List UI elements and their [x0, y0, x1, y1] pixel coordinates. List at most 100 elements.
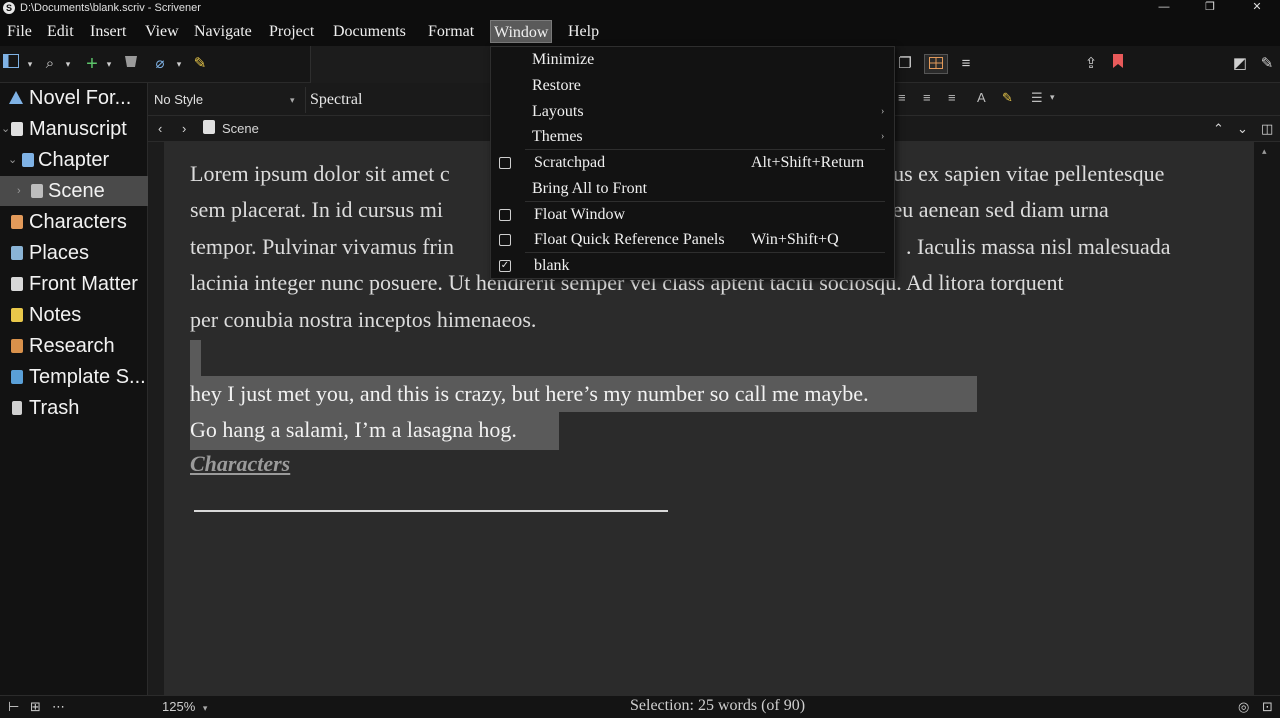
binder-options-chevron-icon[interactable]: ▾ [25, 54, 35, 74]
list-chevron-icon[interactable]: ▾ [1050, 92, 1055, 103]
disclosure-icon[interactable]: ⌄ [1, 114, 10, 144]
menu-item-bring-all-to-front[interactable]: Bring All to Front [491, 176, 894, 202]
binder-item-chapter[interactable]: ⌄ Chapter [0, 145, 148, 175]
copy-view-icon[interactable]: ❐ [895, 54, 915, 74]
menu-project[interactable]: Project [266, 20, 317, 43]
forward-icon[interactable]: › [182, 119, 186, 139]
list-icon[interactable]: ☰ [1031, 90, 1043, 106]
align-justify-icon[interactable]: ≡ [923, 90, 931, 105]
characters-icon [11, 215, 23, 229]
binder-toggle-icon[interactable] [3, 54, 19, 74]
menu-window[interactable]: Window [490, 20, 553, 43]
menu-item-label: Layouts [532, 103, 584, 120]
attachment-chevron-icon[interactable]: ▾ [174, 54, 184, 74]
search-options-chevron-icon[interactable]: ▾ [63, 54, 73, 74]
selected-text-line: hey I just met you, and this is crazy, b… [190, 376, 977, 412]
menu-navigate[interactable]: Navigate [191, 20, 255, 43]
template-icon [11, 370, 23, 384]
highlight-icon[interactable]: ✎ [1002, 90, 1013, 106]
menu-item-float-quick-reference-panels[interactable]: Float Quick Reference Panels Win+Shift+Q [491, 227, 894, 253]
bookmark-icon[interactable] [1109, 54, 1127, 74]
binder-item-research[interactable]: Research [0, 331, 148, 361]
document-title[interactable]: Scene [222, 119, 259, 139]
binder-label: Notes [29, 304, 82, 326]
zoom-select[interactable]: 125% ▾ [162, 698, 207, 717]
binder-item-characters[interactable]: Characters [0, 207, 148, 237]
edit-notes-icon[interactable]: ✎ [191, 54, 209, 74]
menu-item-shortcut: Win+Shift+Q [751, 231, 839, 248]
characters-link[interactable]: Characters [190, 451, 290, 477]
target-icon[interactable]: ◎ [1238, 698, 1249, 716]
align-right-icon[interactable]: ≡ [948, 90, 956, 105]
checkbox-icon [499, 234, 511, 246]
menu-item-label: Float Quick Reference Panels [534, 231, 725, 248]
editor-gutter [148, 142, 164, 695]
add-binder-item-icon[interactable]: ⊞ [30, 698, 41, 716]
split-editor-icon[interactable]: ◫ [1261, 119, 1273, 139]
scroll-up-icon[interactable]: ▴ [1262, 146, 1267, 157]
binder-item-places[interactable]: Places [0, 238, 148, 268]
submenu-arrow-icon: › [881, 131, 885, 142]
menu-insert[interactable]: Insert [87, 20, 129, 43]
binder-item-front-matter[interactable]: Front Matter [0, 269, 148, 299]
more-options-icon[interactable]: ⋯ [52, 698, 65, 716]
binder-label: Scene [48, 180, 105, 202]
close-window-button[interactable]: ✕ [1234, 0, 1280, 17]
binder-label: Manuscript [29, 118, 127, 140]
inspector-toggle-icon[interactable]: ◩ [1230, 54, 1250, 74]
checkbox-icon [499, 157, 511, 169]
outline-view-icon[interactable]: ≡ [955, 54, 977, 74]
menu-format[interactable]: Format [425, 20, 477, 43]
menu-item-float-window[interactable]: Float Window [491, 202, 894, 228]
binder-item-manuscript[interactable]: ⌄ Manuscript [0, 114, 148, 144]
menu-item-label: Themes [532, 128, 583, 145]
menu-documents[interactable]: Documents [330, 20, 409, 43]
menu-edit[interactable]: Edit [44, 20, 77, 43]
menu-item-layouts[interactable]: Layouts › [491, 99, 894, 125]
menu-help[interactable]: Help [565, 20, 602, 43]
selected-empty-line [190, 340, 201, 376]
text-color-icon[interactable]: A [977, 90, 986, 105]
binder-item-scene[interactable]: › Scene [0, 176, 148, 206]
search-icon[interactable]: ⌕ [41, 54, 59, 74]
menu-file[interactable]: File [4, 20, 35, 43]
attachment-icon[interactable]: ⌀ [151, 54, 169, 74]
previous-document-icon[interactable]: ⌃ [1213, 119, 1224, 139]
binder-label: Chapter [38, 149, 110, 171]
font-family-select[interactable]: Spectral [310, 87, 510, 113]
menu-item-minimize[interactable]: Minimize [491, 47, 894, 73]
corkboard-view-icon[interactable] [924, 54, 948, 74]
minimize-window-button[interactable]: — [1141, 0, 1187, 17]
add-document-icon[interactable]: + [83, 54, 101, 74]
binder-item-trash[interactable]: Trash [0, 393, 148, 423]
disclosure-icon[interactable]: › [17, 176, 21, 206]
binder-item-notes[interactable]: Notes [0, 300, 148, 330]
triangle-icon [9, 91, 23, 104]
document-icon [31, 184, 43, 198]
front-matter-icon [11, 277, 23, 291]
trash-toolbar-icon[interactable] [122, 54, 140, 74]
share-icon[interactable]: ⇪ [1081, 54, 1101, 74]
menu-view[interactable]: View [142, 20, 182, 43]
menu-item-restore[interactable]: Restore [491, 73, 894, 99]
menu-item-scratchpad[interactable]: Scratchpad Alt+Shift+Return [491, 150, 894, 176]
binder-collapse-icon[interactable]: ⊢ [8, 698, 19, 716]
menu-item-themes[interactable]: Themes › [491, 124, 894, 150]
binder-item-template-sheets[interactable]: Template S... [0, 362, 148, 392]
back-icon[interactable]: ‹ [158, 119, 162, 139]
add-options-chevron-icon[interactable]: ▾ [104, 54, 114, 74]
align-center-icon[interactable]: ≡ [898, 90, 906, 105]
disclosure-icon[interactable]: ⌄ [8, 145, 17, 175]
checkmark-icon: ✓ [499, 260, 511, 272]
compose-icon[interactable]: ✎ [1257, 54, 1277, 74]
compose-footer-icon[interactable]: ⊡ [1262, 698, 1273, 716]
next-document-icon[interactable]: ⌄ [1237, 119, 1248, 139]
horizontal-rule [194, 510, 668, 512]
restore-window-button[interactable]: ❐ [1187, 0, 1233, 17]
paragraph-style-select[interactable]: No Style ▾ [150, 87, 306, 113]
editor-scrollbar[interactable]: ▴ [1254, 142, 1280, 695]
binder-item-novel-format[interactable]: Novel For... [0, 83, 148, 113]
menu-item-blank-window[interactable]: ✓ blank [491, 253, 894, 279]
window-title: D:\Documents\blank.scriv - Scrivener [20, 2, 201, 14]
binder-label: Characters [29, 211, 127, 233]
